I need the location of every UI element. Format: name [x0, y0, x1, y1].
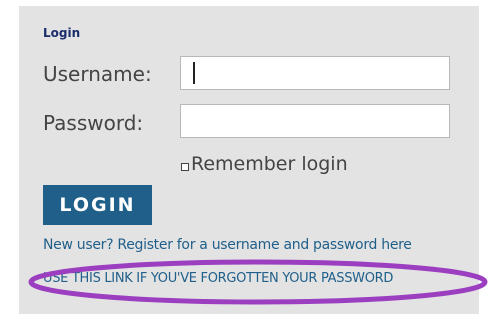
username-input[interactable] — [180, 56, 450, 90]
remember-login-label: Remember login — [191, 153, 348, 175]
register-link[interactable]: New user? Register for a username and pa… — [43, 237, 412, 253]
page: Login Username: Password: Remember login… — [0, 0, 490, 314]
login-button[interactable]: LOGIN — [43, 185, 152, 225]
password-input[interactable] — [180, 104, 450, 138]
password-label: Password: — [43, 111, 144, 135]
login-heading: Login — [43, 26, 81, 40]
text-cursor — [193, 62, 195, 84]
forgot-password-link[interactable]: USE THIS LINK IF YOU'VE FORGOTTEN YOUR P… — [43, 271, 393, 286]
username-label: Username: — [43, 62, 152, 86]
remember-login-option[interactable]: Remember login — [181, 153, 348, 175]
remember-login-checkbox[interactable] — [181, 163, 189, 171]
